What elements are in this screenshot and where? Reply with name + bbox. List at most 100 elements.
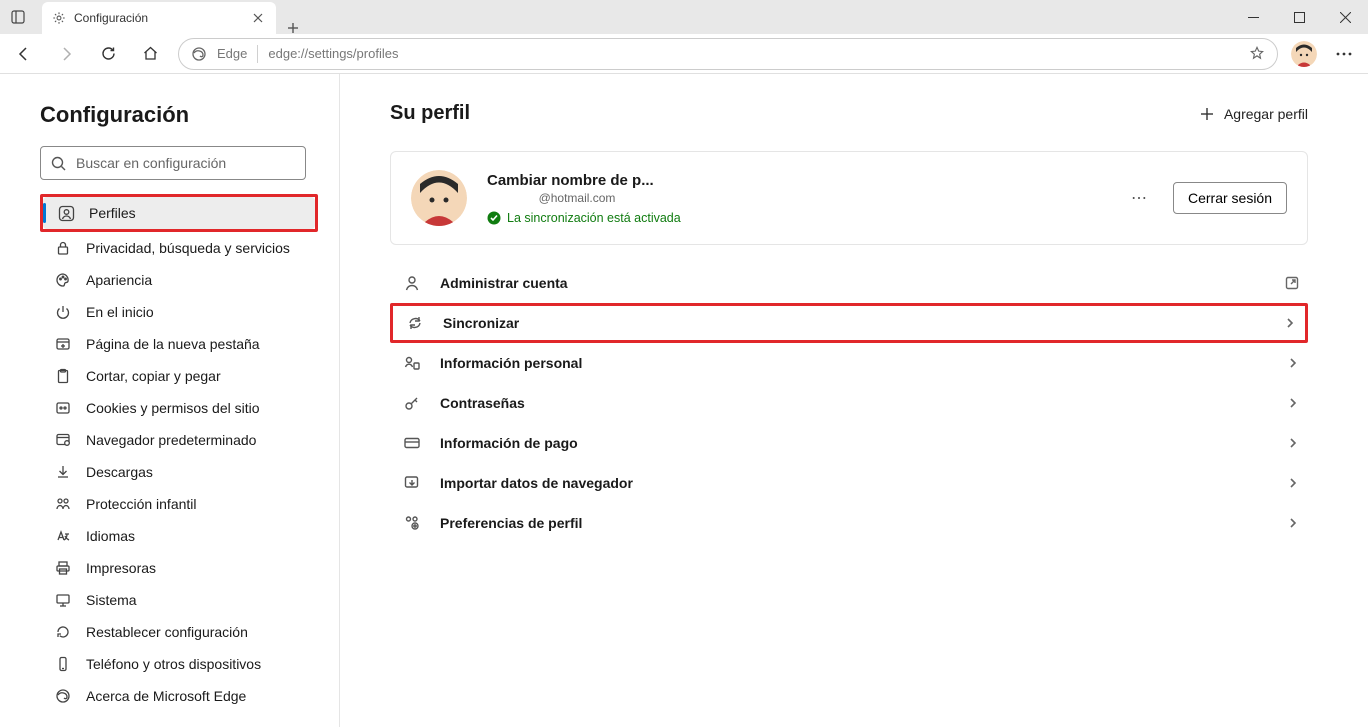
search-icon — [51, 156, 66, 171]
sidebar-item-system[interactable]: Sistema — [40, 584, 318, 616]
address-separator — [257, 45, 258, 63]
settings-main: Su perfil Agregar perfil Cambiar nombre … — [340, 74, 1368, 727]
maximize-button[interactable] — [1276, 0, 1322, 34]
row-profile-prefs[interactable]: Preferencias de perfil — [390, 503, 1308, 543]
row-label: Sincronizar — [443, 315, 1265, 331]
sidebar-item-appearance[interactable]: Apariencia — [40, 264, 318, 296]
gear-icon — [52, 11, 66, 25]
row-label: Contraseñas — [440, 395, 1268, 411]
sync-status-text: La sincronización está activada — [507, 211, 681, 225]
sidebar-item-privacy[interactable]: Privacidad, búsqueda y servicios — [40, 232, 318, 264]
edge-icon — [54, 687, 72, 705]
family-icon — [54, 495, 72, 513]
cookies-icon — [54, 399, 72, 417]
lock-icon — [54, 239, 72, 257]
row-sync[interactable]: Sincronizar — [390, 303, 1308, 343]
toolbar: Edge edge://settings/profiles — [0, 34, 1368, 74]
sidebar-item-profiles[interactable]: Perfiles — [43, 197, 315, 229]
card-icon — [402, 433, 422, 453]
address-bar[interactable]: Edge edge://settings/profiles — [178, 38, 1278, 70]
profile-email: @hotmail.com — [487, 191, 667, 205]
search-input[interactable] — [76, 155, 295, 171]
settings-sidebar: Configuración Perfiles Privacidad, búsqu… — [0, 74, 340, 727]
row-label: Información personal — [440, 355, 1268, 371]
sidebar-item-startup[interactable]: En el inicio — [40, 296, 318, 328]
sidebar-item-reset[interactable]: Restablecer configuración — [40, 616, 318, 648]
row-label: Administrar cuenta — [440, 275, 1266, 291]
plus-icon — [1200, 107, 1214, 121]
sidebar-item-label: Cortar, copiar y pegar — [86, 368, 221, 384]
add-profile-label: Agregar perfil — [1224, 106, 1308, 122]
profile-more-button[interactable]: ⋯ — [1125, 188, 1153, 208]
app-menu-button[interactable] — [1324, 36, 1364, 72]
row-passwords[interactable]: Contraseñas — [390, 383, 1308, 423]
sidebar-item-default-browser[interactable]: Navegador predeterminado — [40, 424, 318, 456]
language-icon — [54, 527, 72, 545]
sidebar-item-phone[interactable]: Teléfono y otros dispositivos — [40, 648, 318, 680]
forward-button[interactable] — [46, 36, 86, 72]
system-icon — [54, 591, 72, 609]
sidebar-item-family[interactable]: Protección infantil — [40, 488, 318, 520]
sidebar-item-downloads[interactable]: Descargas — [40, 456, 318, 488]
signout-button[interactable]: Cerrar sesión — [1173, 182, 1287, 214]
home-button[interactable] — [130, 36, 170, 72]
sync-icon — [405, 313, 425, 333]
power-icon — [54, 303, 72, 321]
sidebar-item-label: Página de la nueva pestaña — [86, 336, 260, 352]
sidebar-item-label: Cookies y permisos del sitio — [86, 400, 260, 416]
sidebar-item-label: Impresoras — [86, 560, 156, 576]
row-payment[interactable]: Información de pago — [390, 423, 1308, 463]
refresh-button[interactable] — [88, 36, 128, 72]
profile-card: Cambiar nombre de p... @hotmail.com La s… — [390, 151, 1308, 245]
sidebar-item-label: En el inicio — [86, 304, 154, 320]
row-label: Importar datos de navegador — [440, 475, 1268, 491]
sync-status: La sincronización está activada — [487, 211, 1105, 225]
minimize-button[interactable] — [1230, 0, 1276, 34]
sidebar-item-label: Acerca de Microsoft Edge — [86, 688, 246, 704]
sidebar-item-label: Idiomas — [86, 528, 135, 544]
content: Configuración Perfiles Privacidad, búsqu… — [0, 74, 1368, 727]
row-manage-account[interactable]: Administrar cuenta — [390, 263, 1308, 303]
sidebar-item-about[interactable]: Acerca de Microsoft Edge — [40, 680, 318, 712]
sidebar-item-newtab[interactable]: Página de la nueva pestaña — [40, 328, 318, 360]
add-profile-button[interactable]: Agregar perfil — [1200, 106, 1308, 122]
profile-avatar-button[interactable] — [1286, 36, 1322, 72]
tab-actions-button[interactable] — [0, 0, 36, 34]
browser-tab[interactable]: Configuración — [42, 2, 276, 34]
sidebar-list: Perfiles Privacidad, búsqueda y servicio… — [40, 194, 318, 712]
profile-icon — [57, 204, 75, 222]
close-icon[interactable] — [250, 10, 266, 26]
chevron-right-icon — [1283, 316, 1297, 330]
address-url: edge://settings/profiles — [268, 46, 1239, 61]
row-personal-info[interactable]: Información personal — [390, 343, 1308, 383]
sidebar-item-clipboard[interactable]: Cortar, copiar y pegar — [40, 360, 318, 392]
chevron-right-icon — [1286, 396, 1300, 410]
tab-strip: Configuración — [36, 0, 310, 34]
key-icon — [402, 393, 422, 413]
download-icon — [54, 463, 72, 481]
profile-info: Cambiar nombre de p... @hotmail.com La s… — [487, 172, 1105, 225]
appearance-icon — [54, 271, 72, 289]
prefs-icon — [402, 513, 422, 533]
row-import[interactable]: Importar datos de navegador — [390, 463, 1308, 503]
edge-logo-icon — [191, 46, 207, 62]
sidebar-item-printers[interactable]: Impresoras — [40, 552, 318, 584]
avatar — [411, 170, 467, 226]
import-icon — [402, 473, 422, 493]
settings-search[interactable] — [40, 146, 306, 180]
close-window-button[interactable] — [1322, 0, 1368, 34]
checkmark-icon — [487, 211, 501, 225]
highlight-profiles: Perfiles — [40, 194, 318, 232]
newtab-icon — [54, 335, 72, 353]
back-button[interactable] — [4, 36, 44, 72]
row-label: Preferencias de perfil — [440, 515, 1268, 531]
main-header: Su perfil Agregar perfil — [390, 102, 1308, 125]
favorites-icon[interactable] — [1249, 46, 1265, 62]
new-tab-button[interactable] — [276, 22, 310, 34]
chevron-right-icon — [1286, 516, 1300, 530]
sidebar-item-languages[interactable]: Idiomas — [40, 520, 318, 552]
page-title: Su perfil — [390, 102, 470, 125]
sidebar-item-label: Privacidad, búsqueda y servicios — [86, 240, 290, 256]
sidebar-item-cookies[interactable]: Cookies y permisos del sitio — [40, 392, 318, 424]
titlebar: Configuración — [0, 0, 1368, 34]
